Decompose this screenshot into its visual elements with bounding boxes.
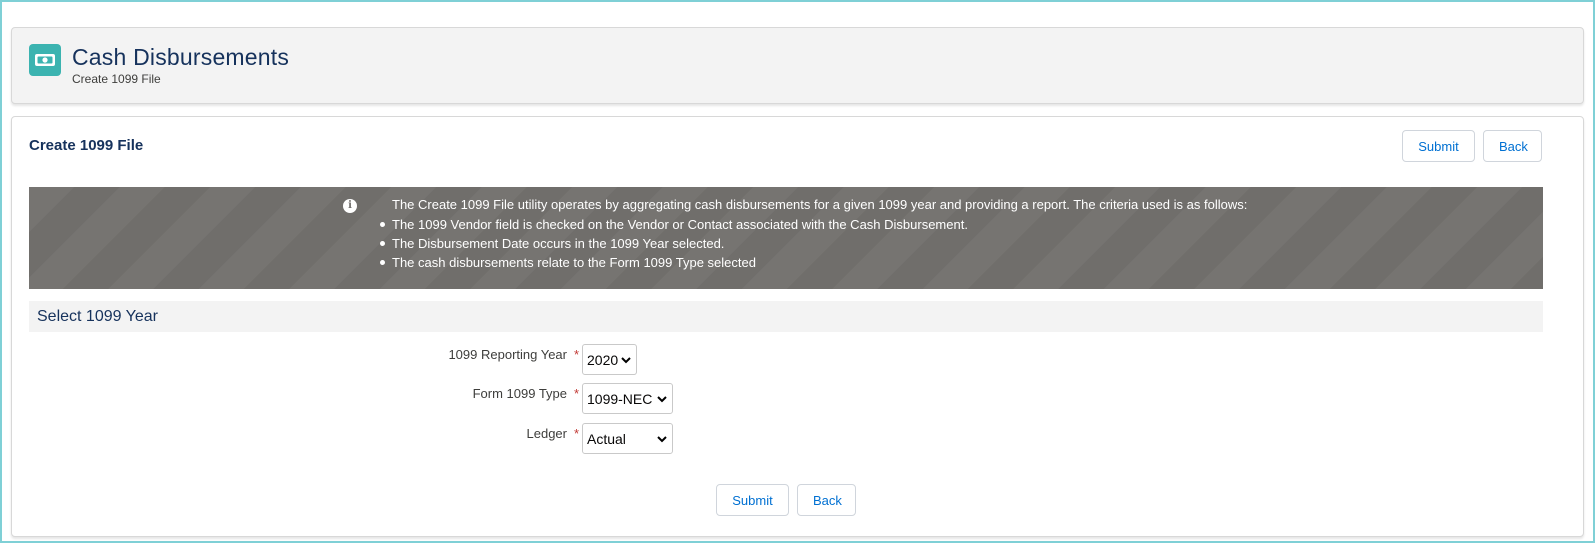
criteria-list: The 1099 Vendor field is checked on the …: [380, 216, 968, 273]
page-title: Cash Disbursements: [72, 44, 290, 70]
reporting-year-select[interactable]: 2020: [582, 344, 637, 375]
reporting-year-label: 1099 Reporting Year: [448, 347, 567, 362]
list-item: The Disbursement Date occurs in the 1099…: [380, 235, 968, 254]
reporting-year-value: 2020: [587, 351, 619, 368]
required-marker: *: [574, 347, 580, 362]
submit-button-bottom[interactable]: Submit: [716, 484, 789, 516]
required-marker: *: [574, 386, 580, 401]
info-banner: i The Create 1099 File utility operates …: [29, 187, 1543, 289]
page-subtitle: Create 1099 File: [72, 72, 161, 86]
chevron-down-icon: [657, 435, 667, 442]
chevron-down-icon: [621, 356, 631, 363]
ledger-select[interactable]: Actual: [582, 423, 673, 454]
back-button-top[interactable]: Back: [1483, 130, 1542, 162]
section-title: Select 1099 Year: [37, 308, 158, 325]
ledger-value: Actual: [587, 430, 626, 447]
chevron-down-icon: [657, 395, 667, 402]
page-header: Cash Disbursements Create 1099 File: [11, 27, 1584, 104]
form-type-select[interactable]: 1099-NEC: [582, 383, 673, 414]
section-header: Select 1099 Year: [29, 301, 1543, 332]
list-item: The 1099 Vendor field is checked on the …: [380, 216, 968, 235]
required-marker: *: [574, 426, 580, 441]
form-type-label: Form 1099 Type: [472, 386, 567, 401]
submit-button-top[interactable]: Submit: [1402, 130, 1475, 162]
back-button-bottom[interactable]: Back: [797, 484, 856, 516]
info-intro: The Create 1099 File utility operates by…: [392, 197, 1248, 212]
money-icon: [29, 44, 61, 76]
create-1099-card: Create 1099 File Submit Back i The Creat…: [11, 116, 1584, 537]
ledger-label: Ledger: [526, 426, 567, 441]
form-type-value: 1099-NEC: [587, 390, 653, 407]
list-item: The cash disbursements relate to the For…: [380, 254, 968, 273]
card-title: Create 1099 File: [29, 137, 144, 154]
info-icon: i: [343, 199, 357, 213]
